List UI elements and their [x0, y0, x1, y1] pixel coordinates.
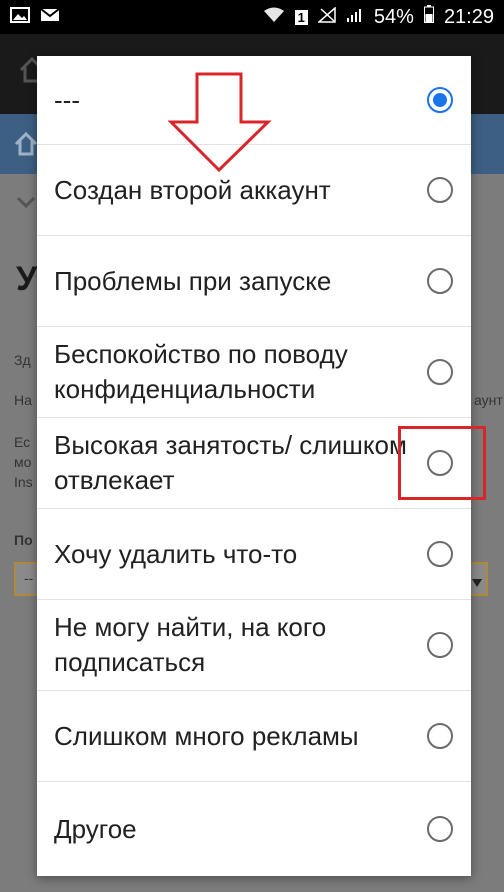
- option-3[interactable]: Беспокойство по поводу конфиденциальност…: [37, 327, 471, 418]
- bg-text: Ес: [14, 434, 31, 450]
- annotation-highlight-box: [398, 426, 486, 500]
- select-value: --: [24, 570, 34, 586]
- option-7[interactable]: Слишком много рекламы: [37, 691, 471, 782]
- bg-text: На: [14, 392, 32, 408]
- page-title: У: [16, 260, 38, 298]
- no-signal-icon: [316, 5, 336, 29]
- radio-button[interactable]: [427, 541, 453, 567]
- bg-text: аунт: [474, 392, 503, 408]
- image-icon: [10, 6, 30, 29]
- option-label: Проблемы при запуске: [54, 265, 332, 296]
- clock: 21:29: [443, 5, 494, 28]
- dropdown-arrow-icon: [472, 574, 482, 592]
- bg-text: мо: [14, 454, 32, 470]
- signal-icon: [346, 6, 364, 29]
- annotation-arrow-icon: [168, 72, 272, 173]
- option-6[interactable]: Не могу найти, на кого подписаться: [37, 600, 471, 691]
- option-label: Высокая занятость/ слишком отвлекает: [54, 430, 407, 495]
- option-8[interactable]: Другое: [37, 782, 471, 876]
- bg-text: Зд: [14, 352, 31, 368]
- option-label: Создан второй аккаунт: [54, 174, 331, 205]
- home-icon: [14, 131, 38, 161]
- radio-button[interactable]: [427, 723, 453, 749]
- status-bar: 1 54% 21:29: [0, 0, 504, 34]
- option-2[interactable]: Проблемы при запуске: [37, 236, 471, 327]
- option-label: Другое: [54, 813, 137, 844]
- radio-button[interactable]: [427, 268, 453, 294]
- battery-percent: 54%: [373, 5, 414, 28]
- radio-button[interactable]: [427, 359, 453, 385]
- radio-button[interactable]: [427, 87, 453, 113]
- radio-button[interactable]: [427, 177, 453, 203]
- radio-button[interactable]: [427, 816, 453, 842]
- bg-text: Ins: [14, 474, 33, 490]
- option-label: Хочу удалить что-то: [54, 538, 298, 569]
- wifi-icon: [263, 6, 285, 29]
- chevron-down-icon: [16, 196, 36, 215]
- option-label: Беспокойство по поводу конфиденциальност…: [54, 339, 348, 404]
- option-5[interactable]: Хочу удалить что-то: [37, 509, 471, 600]
- mail-icon: [40, 6, 60, 29]
- sim-badge: 1: [294, 9, 308, 25]
- battery-icon: [423, 5, 434, 29]
- option-label: Не могу найти, на кого подписаться: [54, 612, 327, 677]
- radio-button[interactable]: [427, 632, 453, 658]
- option-label: Слишком много рекламы: [54, 720, 359, 751]
- bg-label: По: [14, 532, 33, 548]
